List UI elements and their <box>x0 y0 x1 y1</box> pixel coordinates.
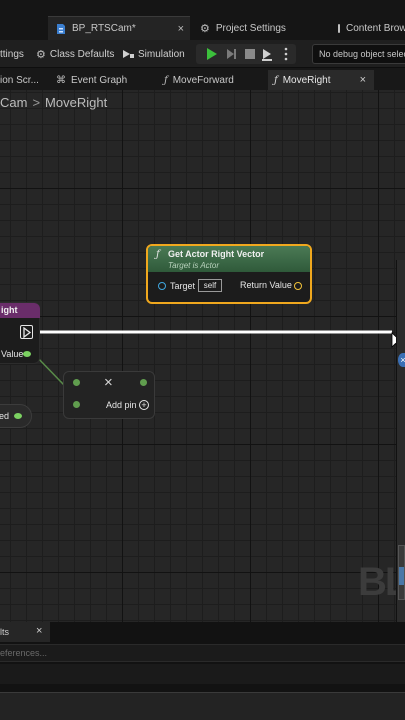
tab-project-settings[interactable]: ⚙ Project Settings <box>196 16 314 40</box>
debug-object-select[interactable]: No debug object select <box>312 44 405 64</box>
function-icon: ƒ <box>164 74 168 86</box>
stop-icon[interactable] <box>245 49 255 59</box>
play-icon[interactable] <box>207 48 217 60</box>
tab-content-browser[interactable]: Content Brow <box>338 16 405 40</box>
simulation-button[interactable]: Simulation <box>122 44 185 64</box>
blueprint-icon <box>56 23 66 35</box>
tab-event-graph[interactable]: ⌘ Event Graph <box>52 70 156 90</box>
sliders-icon: ⚙ <box>36 48 46 61</box>
make-array-node[interactable]: × Add pin + <box>63 371 155 419</box>
input-pin-1-icon[interactable] <box>73 401 80 408</box>
gear-icon: ⚙ <box>200 22 210 35</box>
return-value-pin-icon[interactable] <box>294 282 302 290</box>
event-node-title: ight <box>1 305 18 315</box>
node-title: Get Actor Right Vector <box>168 249 265 259</box>
tab-content-browser-label: Content Brow <box>346 22 405 34</box>
document-tab-bar: BP_RTSCam* × ⚙ Project Settings Content … <box>0 0 405 40</box>
class-settings-button[interactable]: ttings <box>0 44 24 64</box>
add-pin-label[interactable]: Add pin <box>106 400 137 410</box>
eject-icon[interactable] <box>262 49 272 61</box>
more-options-icon[interactable] <box>284 47 288 61</box>
tab-move-right[interactable]: ƒ MoveRight × <box>268 70 374 90</box>
axis-value-label: Value <box>1 349 24 359</box>
simulation-label: Simulation <box>138 48 185 60</box>
class-defaults-label: Class Defaults <box>49 48 115 60</box>
class-settings-label: ttings <box>0 48 24 60</box>
tab-move-right-label: MoveRight <box>282 74 331 86</box>
blueprint-graph-canvas[interactable]: Cam > MoveRight ƒ Get Actor Right Vector… <box>0 90 405 622</box>
blueprint-toolbar: ttings ⚙ Class Defaults Simulation No de… <box>0 40 405 68</box>
close-icon[interactable]: × <box>36 625 42 637</box>
find-references-search-input[interactable]: eferences... <box>0 644 405 662</box>
partial-node-pin-icon[interactable] <box>14 413 22 419</box>
close-icon[interactable]: × <box>398 353 405 367</box>
tab-event-graph-label: Event Graph <box>71 74 128 86</box>
move-right-event-node[interactable]: ight Value <box>0 302 40 364</box>
class-defaults-button[interactable]: ⚙ Class Defaults <box>36 44 114 64</box>
content-browser-icon <box>338 23 340 33</box>
return-value-pin-label: Return Value <box>240 280 292 290</box>
simulation-icon <box>122 48 134 60</box>
wires-layer <box>33 330 404 386</box>
target-pin-label: Target <box>170 281 196 291</box>
find-results-tab[interactable]: lts <box>0 622 50 642</box>
tab-project-settings-label: Project Settings <box>215 22 286 34</box>
tab-bp-rtscam[interactable]: BP_RTSCam* × <box>48 16 190 40</box>
close-icon: × <box>104 374 113 391</box>
close-icon[interactable]: × <box>178 23 184 35</box>
tab-construction-script[interactable]: ion Scr... <box>0 70 44 90</box>
function-icon: ƒ <box>274 74 278 86</box>
tab-construction-script-label: ion Scr... <box>0 74 39 86</box>
target-self-field[interactable]: self <box>198 279 222 292</box>
event-graph-icon: ⌘ <box>56 74 66 86</box>
debug-object-label: No debug object select <box>319 49 405 59</box>
panel-scroll-thumb[interactable] <box>399 567 404 585</box>
close-icon[interactable]: × <box>360 74 366 86</box>
add-pin-icon[interactable]: + <box>139 400 149 410</box>
find-results-tab-label: lts <box>0 627 9 637</box>
exec-out-pin-icon[interactable] <box>20 325 33 339</box>
event-node-header: ight <box>0 303 40 318</box>
axis-value-pin-icon[interactable] <box>23 351 31 357</box>
status-strip <box>0 692 405 720</box>
output-pin-icon[interactable] <box>140 379 147 386</box>
function-icon: ƒ <box>156 249 160 260</box>
input-pin-0-icon[interactable] <box>73 379 80 386</box>
step-icon[interactable] <box>227 49 236 59</box>
graph-tab-bar: ion Scr... ⌘ Event Graph ƒ MoveForward ƒ… <box>0 68 405 90</box>
play-controls <box>196 44 296 64</box>
tab-bp-rtscam-label: BP_RTSCam* <box>72 23 136 34</box>
right-side-panel[interactable]: × <box>396 260 405 622</box>
get-actor-right-vector-node[interactable]: ƒ Get Actor Right Vector Target is Actor… <box>146 244 312 304</box>
find-results-list <box>0 664 405 684</box>
partial-node-label: ed <box>0 411 10 421</box>
partial-node[interactable]: ed <box>0 404 32 428</box>
tab-move-forward-label: MoveForward <box>172 74 234 86</box>
bottom-panel: lts × eferences... <box>0 622 405 720</box>
node-header: ƒ Get Actor Right Vector Target is Actor <box>148 246 310 272</box>
search-placeholder: eferences... <box>0 648 48 658</box>
tab-move-forward[interactable]: ƒ MoveForward <box>160 70 266 90</box>
node-subtitle: Target is Actor <box>168 261 219 270</box>
target-pin-icon[interactable] <box>158 282 166 290</box>
